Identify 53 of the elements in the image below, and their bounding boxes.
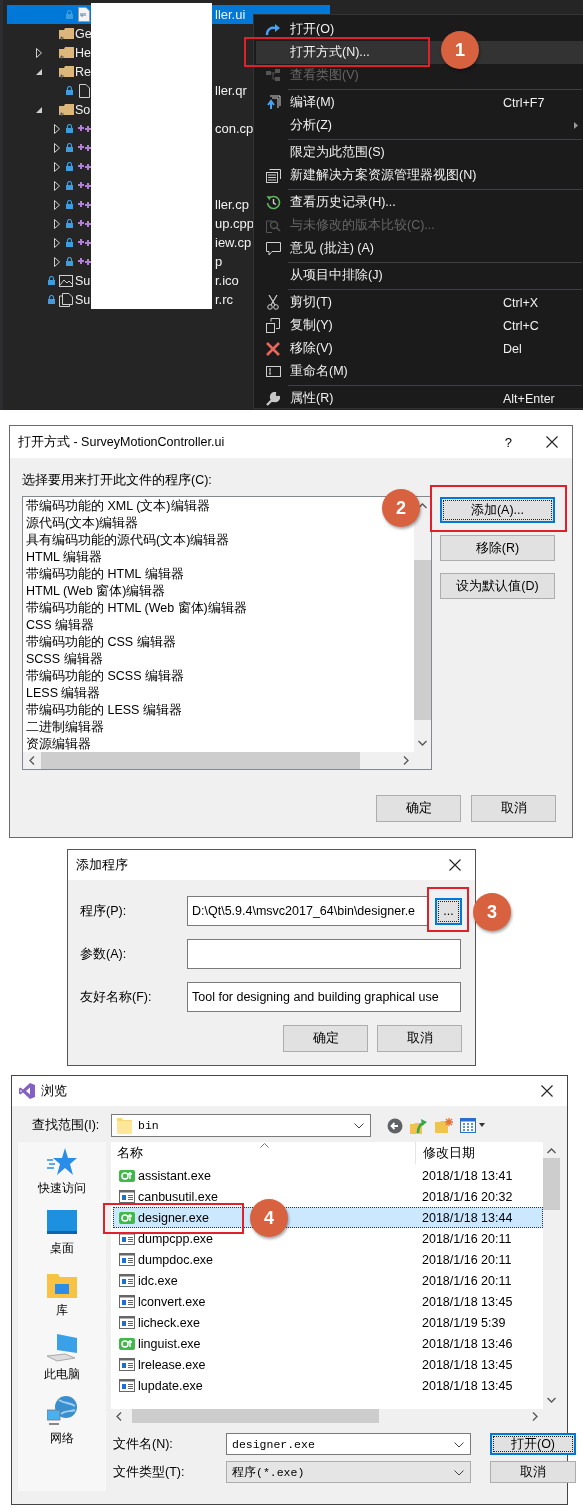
file-name: linguist.exe [138, 1336, 201, 1351]
dialog-title: 添加程序 [76, 856, 129, 874]
file-name: dumpcpp.exe [138, 1231, 214, 1246]
file-name: canbusutil.exe [138, 1189, 218, 1204]
file-date: 2018/1/16 20:11 [421, 1231, 512, 1246]
shortcut-label: Ctrl+C [503, 318, 540, 333]
field-label: 文件名(N): [113, 1435, 174, 1453]
item-label: p [215, 254, 223, 269]
field-label: 程序(P): [80, 902, 128, 920]
file-date: 2018/1/18 13:44 [421, 1210, 513, 1225]
prompt-label: 选择要用来打开此文件的程序(C): [22, 472, 213, 488]
file-name: lrelease.exe [138, 1357, 206, 1372]
file-date: 2018/1/18 13:45 [421, 1294, 513, 1309]
file-date: 2018/1/18 13:46 [421, 1336, 513, 1351]
file-name: dumpdoc.exe [138, 1252, 214, 1267]
shortcut-label: Ctrl+X [503, 295, 540, 310]
file-name: idc.exe [138, 1273, 178, 1288]
item-label: He [75, 45, 91, 60]
item-label: Su [75, 292, 91, 307]
item-label: So [75, 102, 91, 117]
item-label: r.ico [215, 273, 239, 288]
file-name: licheck.exe [138, 1315, 200, 1330]
item-label: up.cpp [215, 216, 255, 231]
file-date: 2018/1/16 20:11 [421, 1252, 512, 1267]
file-date: 2018/1/18 13:45 [421, 1378, 513, 1393]
item-label: ller.ui [215, 7, 246, 22]
dialog-title: 浏览 [41, 1082, 68, 1100]
file-date: 2018/1/19 5:39 [421, 1315, 506, 1330]
shortcut-label: Del [503, 341, 523, 356]
file-date: 2018/1/18 13:45 [421, 1357, 513, 1372]
item-label: Re [75, 64, 91, 79]
file-name: lconvert.exe [138, 1294, 206, 1309]
item-label: ller.cp [215, 197, 249, 212]
file-date: 2018/1/16 20:32 [421, 1189, 513, 1204]
file-date: 2018/1/16 20:11 [421, 1273, 512, 1288]
dialog-title: 打开方式 - SurveyMotionController.ui [18, 433, 226, 451]
item-label: iew.cp [215, 235, 252, 250]
item-label: Ge [75, 26, 92, 41]
file-name: designer.exe [138, 1210, 209, 1225]
step-badge: 3 [473, 893, 511, 931]
item-label: ller.qr [215, 83, 247, 98]
item-label: con.cp [215, 121, 254, 136]
field-label: 友好名称(F): [80, 988, 153, 1006]
field-label: 参数(A): [80, 945, 128, 963]
field-label: 查找范围(I): [32, 1117, 101, 1134]
shortcut-label: Alt+Enter [503, 391, 556, 406]
item-label: Su [75, 273, 91, 288]
file-name: lupdate.exe [138, 1378, 203, 1393]
file-name: assistant.exe [138, 1168, 211, 1183]
field-label: 文件类型(T): [113, 1463, 186, 1481]
item-label: r.rc [215, 292, 234, 307]
shortcut-label: Ctrl+F7 [503, 95, 546, 110]
file-date: 2018/1/18 13:41 [421, 1168, 513, 1183]
